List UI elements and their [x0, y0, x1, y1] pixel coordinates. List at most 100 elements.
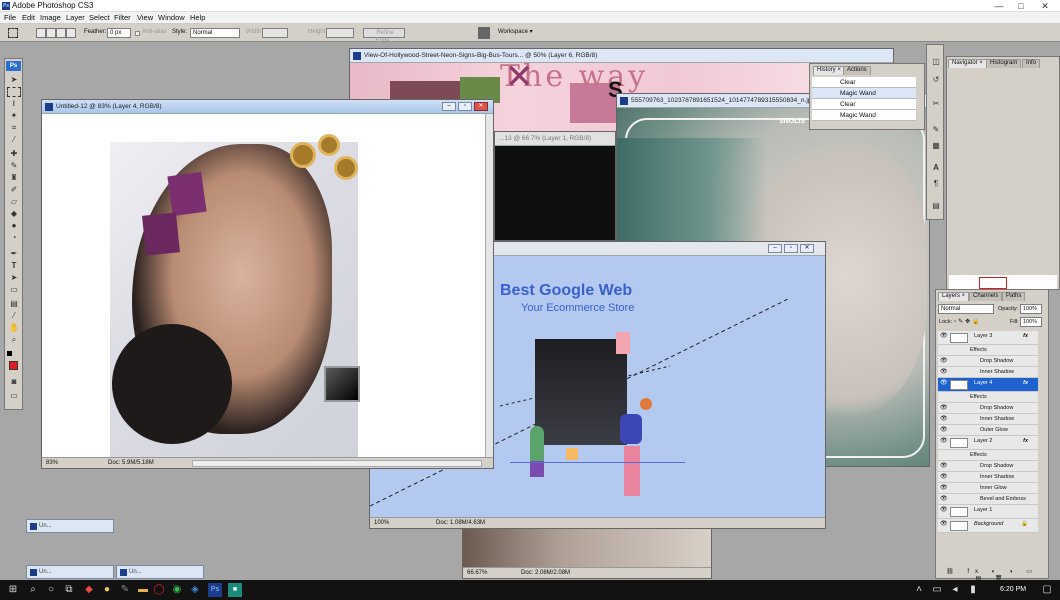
add-selection-icon[interactable] — [46, 28, 56, 38]
maximize-icon[interactable]: ▫ — [458, 102, 472, 111]
battery-icon[interactable]: ▮ — [966, 583, 980, 597]
menu-help[interactable]: Help — [190, 13, 205, 22]
eye-icon[interactable]: 👁 — [940, 520, 948, 527]
eyedropper-icon[interactable]: ⁄ — [7, 135, 21, 145]
eye-icon[interactable]: 👁 — [940, 506, 948, 513]
fx-icon[interactable]: fx — [1023, 333, 1028, 339]
style-select[interactable]: Normal — [190, 28, 240, 38]
menu-image[interactable]: Image — [40, 13, 61, 22]
tab-history[interactable]: History × — [813, 66, 845, 75]
menu-select[interactable]: Select — [89, 13, 110, 22]
network-icon[interactable]: ▭ — [930, 583, 944, 597]
middle-title-bar[interactable]: ...13 @ 66.7% (Layer 1, RGB/8) — [495, 132, 615, 146]
path-select-icon[interactable]: ➤ — [7, 273, 21, 283]
history-item[interactable]: Magic Wand — [812, 110, 916, 121]
minimize-button[interactable]: — — [990, 0, 1008, 12]
paragraph-icon[interactable]: ¶ — [929, 179, 943, 189]
google-zoom[interactable]: 100% — [374, 520, 389, 526]
app-icon[interactable]: ✎ — [118, 583, 132, 597]
close-icon[interactable]: ✕ — [474, 102, 488, 111]
tray-chevron-icon[interactable]: ˄ — [912, 583, 926, 597]
lasso-tool-icon[interactable]: ℓ — [7, 99, 21, 109]
tab-histogram[interactable]: Histogram — [986, 59, 1022, 68]
task-view-icon[interactable]: ⧉ — [62, 583, 76, 597]
close-button[interactable]: ✕ — [1036, 0, 1054, 12]
tools-icon[interactable]: ✂ — [929, 99, 943, 109]
search-icon[interactable]: ⌕ — [26, 583, 40, 597]
lower-zoom[interactable]: 66.67% — [467, 570, 487, 576]
navigator-preview[interactable] — [949, 275, 1057, 289]
eye-icon[interactable]: 👁 — [940, 426, 948, 433]
width-input[interactable] — [262, 28, 288, 38]
eye-icon[interactable]: 👁 — [940, 357, 948, 364]
fx-icon[interactable]: fx — [1023, 380, 1028, 386]
new-selection-icon[interactable] — [36, 28, 46, 38]
intersect-selection-icon[interactable] — [66, 28, 76, 38]
app-icon[interactable]: ■ — [228, 583, 242, 597]
navigator-viewbox[interactable] — [979, 277, 1007, 289]
close-icon[interactable]: ✕ — [800, 244, 814, 253]
layer-row[interactable]: 👁 Background 🔒 — [938, 519, 1038, 533]
effect-row[interactable]: 👁 Outer Glow — [938, 425, 1038, 436]
lower-document-window[interactable]: 66.67% Doc: 2.08M/2.08M — [462, 527, 712, 579]
minimized-window[interactable]: Un... — [26, 565, 114, 579]
effect-row[interactable]: 👁 Inner Shadow — [938, 367, 1038, 378]
history-item[interactable]: Clear — [812, 77, 916, 88]
app-icon[interactable]: ◈ — [188, 583, 202, 597]
lock-icons[interactable]: ▫✎✥🔒 — [954, 318, 982, 325]
effects-row[interactable]: Effects — [938, 450, 1038, 461]
tab-navigator[interactable]: Navigator × — [948, 59, 987, 68]
menu-file[interactable]: File — [4, 13, 16, 22]
magic-wand-icon[interactable]: ✦ — [7, 111, 21, 121]
effects-row[interactable]: Effects — [938, 392, 1038, 403]
opacity-input[interactable]: 100% — [1020, 304, 1042, 314]
minimized-window[interactable]: Un... — [116, 565, 204, 579]
layer-row[interactable]: 👁 Layer 1 — [938, 505, 1038, 519]
eye-icon[interactable]: 👁 — [940, 368, 948, 375]
pen-tool-icon[interactable]: ✒ — [7, 249, 21, 259]
layer-row[interactable]: 👁 Layer 2 fx — [938, 436, 1038, 450]
brush-preset-icon[interactable]: ✎ — [929, 125, 943, 135]
navigator-icon[interactable]: ◫ — [929, 57, 943, 67]
history-item[interactable]: Clear — [812, 99, 916, 110]
move-tool-icon[interactable]: ➤ — [7, 75, 21, 85]
effect-row[interactable]: 👁 Inner Shadow — [938, 472, 1038, 483]
maximize-icon[interactable]: ▫ — [784, 244, 798, 253]
paint-bucket-icon[interactable]: ◆ — [7, 209, 21, 219]
layer-row-selected[interactable]: 👁 Layer 4 fx — [938, 378, 1038, 392]
effects-row[interactable]: Effects — [938, 345, 1038, 356]
subtract-selection-icon[interactable] — [56, 28, 66, 38]
untitled-zoom[interactable]: 83% — [46, 460, 58, 466]
healing-brush-icon[interactable]: ✚ — [7, 149, 21, 159]
minimized-window[interactable]: Un... — [26, 519, 114, 533]
marquee-tool-icon[interactable] — [7, 87, 21, 97]
screen-mode-icon[interactable]: ▭ — [7, 391, 21, 401]
effect-row[interactable]: 👁 Drop Shadow — [938, 461, 1038, 472]
refine-edge-button[interactable]: Refine Edge... — [363, 28, 405, 44]
file-explorer-icon[interactable]: ▬ — [136, 583, 150, 597]
history-item[interactable]: Magic Wand — [812, 88, 916, 99]
palette-icon[interactable] — [478, 27, 490, 39]
tab-info[interactable]: Info — [1022, 59, 1041, 68]
clone-source-icon[interactable]: ▦ — [929, 141, 943, 151]
start-icon[interactable]: ⊞ — [6, 583, 20, 597]
blend-mode-select[interactable]: Normal — [938, 304, 994, 314]
effect-row[interactable]: 👁 Bevel and Emboss — [938, 494, 1038, 505]
effect-row[interactable]: 👁 Inner Shadow — [938, 414, 1038, 425]
eye-icon[interactable]: 👁 — [940, 379, 948, 386]
untitled-title-bar[interactable]: Untitled-12 @ 83% (Layer 4, RGB/8) – ▫ ✕ — [42, 100, 493, 114]
photoshop-taskbar-icon[interactable]: Ps — [208, 583, 222, 597]
history-icon[interactable]: ↺ — [929, 75, 943, 85]
effect-row[interactable]: 👁 Inner Glow — [938, 483, 1038, 494]
shape-tool-icon[interactable]: ▭ — [7, 285, 21, 295]
crop-tool-icon[interactable]: ⌗ — [7, 123, 21, 133]
tab-layers[interactable]: Layers × — [938, 292, 970, 301]
default-colors-icon[interactable] — [7, 351, 12, 356]
menu-filter[interactable]: Filter — [114, 13, 131, 22]
character-icon[interactable]: A — [929, 163, 943, 173]
maximize-button[interactable]: □ — [1012, 0, 1030, 12]
stamp-tool-icon[interactable]: ♜ — [7, 173, 21, 183]
history-brush-icon[interactable]: ✐ — [7, 185, 21, 195]
menu-layer[interactable]: Layer — [66, 13, 85, 22]
menu-view[interactable]: View — [137, 13, 153, 22]
